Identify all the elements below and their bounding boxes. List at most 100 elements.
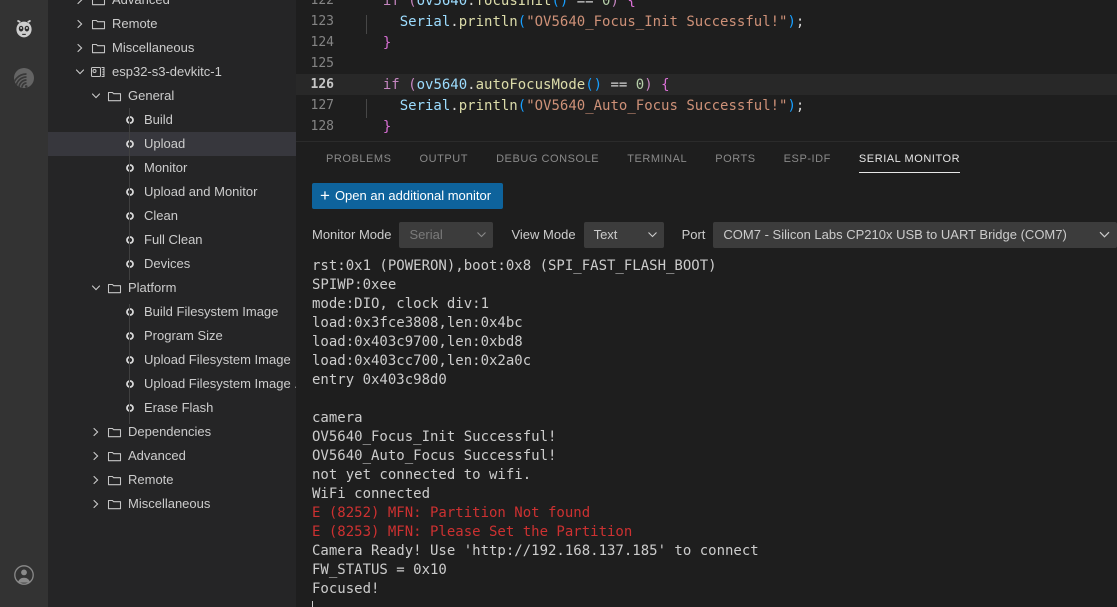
chevron-right-icon[interactable]: [72, 0, 88, 12]
editor-and-panel: 122 if (ov5640.focusInit() == 0) {123 Se…: [296, 0, 1117, 607]
tree-twistie-spacer: [104, 156, 120, 180]
sidebar-item-build[interactable]: Build: [48, 108, 296, 132]
task-dot-icon: [120, 372, 140, 396]
open-additional-monitor-button[interactable]: + Open an additional monitor: [312, 182, 504, 209]
sidebar-item-label: Platform: [128, 280, 177, 295]
code-editor[interactable]: 122 if (ov5640.focusInit() == 0) {123 Se…: [296, 0, 1117, 142]
espressif-idf-icon[interactable]: [0, 54, 48, 102]
folder-icon: [104, 276, 124, 300]
panel-tab-bar[interactable]: PROBLEMS OUTPUT DEBUG CONSOLE TERMINAL PORTS…: [296, 141, 1117, 177]
chevron-right-icon[interactable]: [72, 36, 88, 60]
sidebar-item-advanced[interactable]: Advanced: [48, 0, 296, 12]
sidebar-item-miscellaneous[interactable]: Miscellaneous: [48, 36, 296, 60]
monitor-mode-value: Serial: [409, 227, 443, 243]
code-line[interactable]: 127 Serial.println("OV5640_Auto_Focus Su…: [296, 95, 1117, 118]
tree-twistie-spacer: [104, 396, 120, 420]
code-line[interactable]: 125: [296, 53, 1117, 74]
serial-line: SPIWP:0xee: [312, 276, 397, 293]
task-dot-icon: [120, 396, 140, 420]
line-number: 123: [310, 14, 334, 29]
tree-twistie-spacer: [104, 324, 120, 348]
sidebar-item-platform[interactable]: Platform: [48, 276, 296, 300]
task-dot-icon: [120, 204, 140, 228]
sidebar-item-advanced[interactable]: Advanced: [48, 444, 296, 468]
add-monitor-row: + Open an additional monitor: [296, 177, 1117, 217]
sidebar-item-upload-filesystem-image[interactable]: Upload Filesystem Image: [48, 348, 296, 372]
plus-icon: +: [320, 185, 330, 205]
serial-line: Focused!: [312, 580, 380, 597]
sidebar-item-erase-flash[interactable]: Erase Flash: [48, 396, 296, 420]
chevron-right-icon[interactable]: [88, 444, 104, 468]
code-line[interactable]: 123 Serial.println("OV5640_Focus_Init Su…: [296, 11, 1117, 34]
view-mode-select[interactable]: Text: [583, 221, 664, 248]
chevron-down-icon[interactable]: [88, 276, 104, 300]
sidebar-item-upload-filesystem-image[interactable]: Upload Filesystem Image ...: [48, 372, 296, 396]
tab-output[interactable]: OUTPUT: [410, 142, 479, 177]
tab-debug-console[interactable]: DEBUG CONSOLE: [486, 142, 609, 177]
code-line[interactable]: 126 if (ov5640.autoFocusMode() == 0) {: [296, 74, 1117, 95]
task-dot-icon: [120, 132, 140, 156]
tab-esp-idf[interactable]: ESP-IDF: [774, 142, 841, 177]
task-dot-icon: [120, 180, 140, 204]
serial-monitor-output[interactable]: rst:0x1 (POWERON),boot:0x8 (SPI_FAST_FLA…: [296, 252, 1117, 607]
sidebar-item-label: Build Filesystem Image: [144, 304, 279, 319]
indent-guide: [366, 98, 367, 118]
sidebar-item-build-filesystem-image[interactable]: Build Filesystem Image: [48, 300, 296, 324]
serial-line: rst:0x1 (POWERON),boot:0x8 (SPI_FAST_FLA…: [312, 257, 717, 274]
tree-indent-guide: [129, 108, 130, 280]
sidebar-item-label: Upload: [144, 136, 186, 151]
sidebar-item-miscellaneous[interactable]: Miscellaneous: [48, 492, 296, 516]
tab-label: TERMINAL: [627, 153, 688, 166]
task-dot-icon: [120, 108, 140, 132]
code-line[interactable]: 124 }: [296, 32, 1117, 53]
tab-problems[interactable]: PROBLEMS: [316, 142, 402, 177]
chevron-right-icon[interactable]: [72, 12, 88, 36]
sidebar-item-upload-and-monitor[interactable]: Upload and Monitor: [48, 180, 296, 204]
sidebar-project-tasks[interactable]: Advanced Remote Miscellaneous esp32-s3-devk…: [48, 0, 296, 607]
sidebar-item-label: Full Clean: [144, 232, 203, 247]
platformio-alien-icon[interactable]: [0, 6, 48, 54]
task-dot-icon: [120, 300, 140, 324]
tree-twistie-spacer: [104, 132, 120, 156]
sidebar-item-monitor[interactable]: Monitor: [48, 156, 296, 180]
chevron-right-icon[interactable]: [88, 492, 104, 516]
tab-serial-monitor[interactable]: SERIAL MONITOR: [849, 142, 970, 177]
code-text: if (ov5640.focusInit() == 0) {: [382, 0, 636, 9]
serial-line: camera: [312, 409, 363, 426]
folder-icon: [88, 12, 108, 36]
sidebar-item-general[interactable]: General: [48, 84, 296, 108]
code-line[interactable]: 122 if (ov5640.focusInit() == 0) {: [296, 0, 1117, 11]
sidebar-item-label: esp32-s3-devkitc-1: [112, 64, 222, 79]
chevron-down-icon[interactable]: [72, 60, 88, 84]
folder-icon: [104, 468, 124, 492]
chevron-right-icon[interactable]: [88, 468, 104, 492]
sidebar-item-dependencies[interactable]: Dependencies: [48, 420, 296, 444]
sidebar-item-label: Remote: [128, 472, 174, 487]
chevron-down-icon[interactable]: [88, 84, 104, 108]
folder-icon: [104, 444, 124, 468]
sidebar-item-remote[interactable]: Remote: [48, 468, 296, 492]
sidebar-item-devices[interactable]: Devices: [48, 252, 296, 276]
code-text: Serial.println("OV5640_Focus_Init Succes…: [354, 14, 804, 34]
sidebar-item-program-size[interactable]: Program Size: [48, 324, 296, 348]
tree-twistie-spacer: [104, 348, 120, 372]
account-icon[interactable]: [0, 551, 48, 599]
tree-twistie-spacer: [104, 108, 120, 132]
sidebar-item-esp32-s3-devkitc-1[interactable]: esp32-s3-devkitc-1: [48, 60, 296, 84]
sidebar-item-label: Miscellaneous: [112, 40, 195, 55]
sidebar-item-full-clean[interactable]: Full Clean: [48, 228, 296, 252]
tab-ports[interactable]: PORTS: [705, 142, 765, 177]
serial-line: load:0x403cc700,len:0x2a0c: [312, 352, 532, 369]
serial-line: WiFi connected: [312, 485, 431, 502]
activity-bar: [0, 0, 48, 607]
project-tasks-tree[interactable]: Advanced Remote Miscellaneous esp32-s3-devk…: [48, 0, 296, 516]
sidebar-item-clean[interactable]: Clean: [48, 204, 296, 228]
serial-monitor-toolbar: Monitor Mode Serial View Mode Text Port: [296, 217, 1117, 253]
monitor-mode-select[interactable]: Serial: [399, 221, 494, 248]
sidebar-item-upload[interactable]: Upload: [48, 132, 296, 156]
code-line[interactable]: 128 }: [296, 116, 1117, 137]
sidebar-item-remote[interactable]: Remote: [48, 12, 296, 36]
port-select[interactable]: COM7 - Silicon Labs CP210x USB to UART B…: [713, 221, 1117, 248]
chevron-right-icon[interactable]: [88, 420, 104, 444]
tab-terminal[interactable]: TERMINAL: [617, 142, 697, 177]
